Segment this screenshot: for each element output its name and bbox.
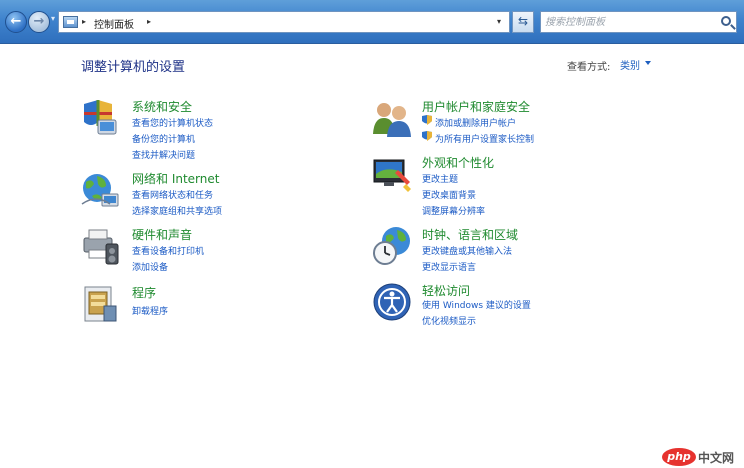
control-panel-icon (63, 16, 78, 28)
link-screen-resolution[interactable]: 调整屏幕分辨率 (422, 204, 485, 217)
category-appearance: 外观和个性化 更改主题 更改桌面背景 调整屏幕分辨率 (372, 154, 552, 218)
link-devices-printers[interactable]: 查看设备和打印机 (132, 244, 204, 257)
page-title: 调整计算机的设置 (81, 60, 186, 75)
category-network: 网络和 Internet 查看网络状态和任务 选择家庭组和共享选项 (80, 170, 280, 218)
address-dropdown-button[interactable]: ▾ (492, 14, 506, 30)
search-input[interactable] (545, 15, 705, 29)
link-keyboard-input[interactable]: 更改键盘或其他输入法 (422, 244, 512, 257)
category-programs: 程序 卸载程序 (80, 284, 260, 324)
view-by-dropdown[interactable]: 类别 (620, 57, 640, 72)
appearance-icon (373, 159, 411, 192)
link-backup[interactable]: 备份您的计算机 (132, 132, 195, 145)
view-by-label: 查看方式: (567, 62, 611, 73)
link-optimize-display[interactable]: 优化视频显示 (422, 314, 476, 327)
link-add-device[interactable]: 添加设备 (132, 260, 168, 273)
address-bar[interactable]: ▸ 控制面板 ▸ ▾ (58, 11, 510, 33)
chevron-down-icon[interactable] (645, 61, 651, 65)
category-title[interactable]: 网络和 Internet (132, 170, 219, 187)
category-title[interactable]: 硬件和声音 (132, 226, 192, 243)
category-system-security: 系统和安全 查看您的计算机状态 备份您的计算机 查找并解决问题 (80, 98, 260, 162)
network-icon (81, 174, 119, 207)
category-title[interactable]: 时钟、语言和区域 (422, 226, 518, 243)
link-change-theme[interactable]: 更改主题 (422, 172, 458, 185)
category-title[interactable]: 系统和安全 (132, 98, 192, 115)
ease-of-access-icon (373, 283, 411, 321)
clock-region-icon (373, 227, 410, 265)
uac-shield-icon (422, 115, 432, 125)
category-user-accounts: 用户帐户和家庭安全 添加或删除用户帐户 为所有用户设置家长控制 (372, 98, 572, 146)
refresh-button[interactable]: ⇆ (512, 11, 534, 33)
category-title[interactable]: 轻松访问 (422, 282, 470, 299)
programs-icon (84, 286, 117, 322)
link-parental-controls[interactable]: 为所有用户设置家长控制 (435, 132, 534, 145)
uac-shield-icon (422, 131, 432, 141)
forward-button[interactable]: → (28, 11, 50, 33)
search-icon[interactable] (721, 16, 731, 26)
category-title[interactable]: 用户帐户和家庭安全 (422, 98, 530, 115)
search-box[interactable] (540, 11, 737, 33)
breadcrumb-separator[interactable]: ▸ (147, 17, 151, 26)
link-homegroup[interactable]: 选择家庭组和共享选项 (132, 204, 222, 217)
breadcrumb-separator[interactable]: ▸ (82, 17, 86, 26)
user-accounts-icon (373, 103, 411, 137)
recent-pages-dropdown[interactable]: ▾ (51, 14, 55, 23)
link-display-language[interactable]: 更改显示语言 (422, 260, 476, 273)
link-uninstall[interactable]: 卸载程序 (132, 304, 168, 317)
category-title[interactable]: 程序 (132, 284, 156, 301)
category-clock-region: 时钟、语言和区域 更改键盘或其他输入法 更改显示语言 (372, 226, 572, 274)
breadcrumb-control-panel[interactable]: 控制面板 (94, 16, 134, 31)
hardware-sound-icon (83, 229, 119, 265)
category-title[interactable]: 外观和个性化 (422, 154, 494, 171)
link-troubleshoot[interactable]: 查找并解决问题 (132, 148, 195, 161)
link-recommended-settings[interactable]: 使用 Windows 建议的设置 (422, 298, 531, 311)
watermark-text: 中文网 (698, 451, 735, 465)
link-network-status[interactable]: 查看网络状态和任务 (132, 188, 213, 201)
watermark-badge: php (662, 448, 696, 466)
navigation-bar: ← → ▾ ▸ 控制面板 ▸ ▾ ⇆ (0, 0, 744, 44)
link-add-remove-users[interactable]: 添加或删除用户帐户 (435, 116, 516, 129)
link-desktop-background[interactable]: 更改桌面背景 (422, 188, 476, 201)
system-security-icon (84, 100, 117, 135)
back-button[interactable]: ← (5, 11, 27, 33)
category-ease-of-access: 轻松访问 使用 Windows 建议的设置 优化视频显示 (372, 282, 572, 330)
category-hardware-sound: 硬件和声音 查看设备和打印机 添加设备 (80, 226, 260, 274)
link-check-status[interactable]: 查看您的计算机状态 (132, 116, 213, 129)
